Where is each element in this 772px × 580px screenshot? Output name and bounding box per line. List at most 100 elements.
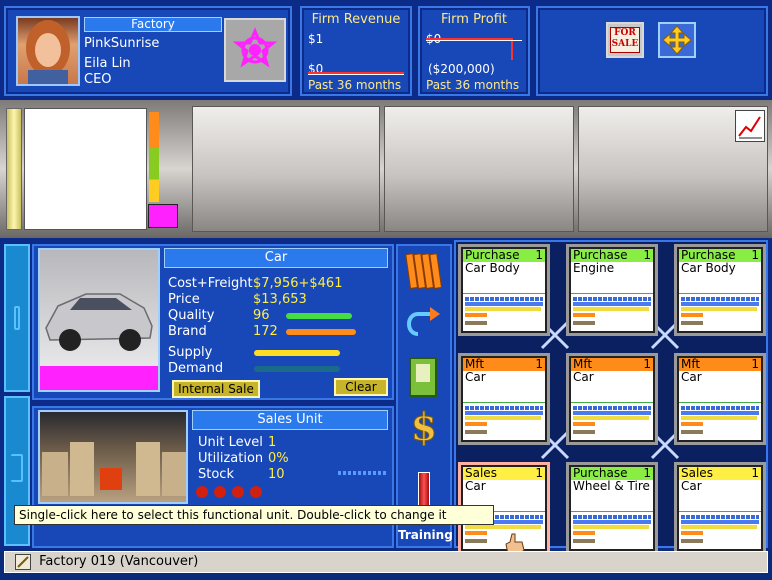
manual-icon[interactable] (406, 354, 442, 400)
company-name: PinkSunrise (84, 36, 160, 51)
unit-stat-bar (681, 515, 759, 519)
training-label[interactable]: Training (398, 528, 453, 546)
profit-drop (511, 38, 513, 60)
unit-stat-bar (681, 321, 703, 325)
unit-cell[interactable]: Purchase 1 Wheel & Tire (566, 462, 658, 554)
product-name: Car (164, 248, 388, 268)
unit-card[interactable]: Mft 1 Car (461, 356, 547, 442)
unit-cell[interactable]: Purchase 1 Engine (566, 244, 658, 336)
unit-stat-bar (573, 520, 651, 524)
unit-stat-bar (681, 525, 757, 529)
unit-product: Car (465, 370, 486, 384)
unit-stat-bar (465, 531, 487, 535)
dollar-icon[interactable]: $ (406, 404, 442, 450)
chart-line-icon[interactable] (735, 110, 765, 142)
trophy-icon (214, 486, 226, 498)
supply-label: Supply (168, 345, 213, 360)
trophy-icon (232, 486, 244, 498)
unit-product: Car (681, 370, 702, 384)
revenue-top-value: $1 (308, 32, 324, 46)
training-level-icons (196, 486, 276, 500)
unit-stat-bar (681, 531, 703, 535)
unit-stat-bar (573, 321, 595, 325)
unit-cell[interactable]: Mft 1 Car (566, 353, 658, 445)
demand-label: Demand (168, 361, 224, 376)
unit-level: 1 (751, 466, 759, 480)
unit-card[interactable]: Purchase 1 Car Body (461, 247, 547, 333)
utilization-label: Utilization (198, 451, 264, 466)
company-logo[interactable] (224, 18, 286, 82)
unit-cell[interactable]: Purchase 1 Car Body (458, 244, 550, 336)
unit-product: Car (465, 479, 486, 493)
unit-product: Car Body (465, 261, 520, 275)
unit-stat-bar (681, 520, 759, 524)
revenue-panel[interactable]: Firm Revenue $1 $0 Past 36 months (300, 6, 412, 96)
move-arrows-icon[interactable] (658, 22, 696, 58)
unit-stat-bar (465, 313, 487, 317)
unit-stat-bar (681, 411, 759, 415)
unit-stat-bar (681, 307, 757, 311)
unit-level: 1 (535, 466, 543, 480)
unit-stat-bar (465, 430, 487, 434)
unit-stat-bar (681, 406, 759, 410)
sale-sign-icon[interactable]: FOR SALE (606, 22, 644, 58)
unit-card[interactable]: Mft 1 Car (677, 356, 763, 442)
side-tab-1[interactable] (4, 244, 30, 392)
quality-value: 96 (253, 308, 270, 323)
unit-cell[interactable]: Sales 1 Car (674, 462, 766, 554)
tab-2-marker (11, 454, 23, 482)
unit-photo (38, 410, 188, 504)
unit-card[interactable]: Mft 1 Car (569, 356, 655, 442)
pencil-icon[interactable] (15, 554, 31, 570)
unit-stat-bar (681, 297, 759, 301)
unit-card[interactable]: Purchase 1 Car Body (677, 247, 763, 333)
profit-period: Past 36 months (426, 78, 520, 92)
trophy-icon (250, 486, 262, 498)
unit-product: Wheel & Tire (573, 479, 650, 493)
unit-stat-bar (465, 297, 543, 301)
building-slot-1[interactable] (192, 106, 380, 232)
status-text: Factory 019 (Vancouver) (39, 554, 199, 569)
product-color-bar (40, 366, 158, 390)
profit-panel[interactable]: Firm Profit $0 ($200,000) Past 36 months (418, 6, 530, 96)
stock-indicator (338, 471, 388, 475)
unit-divider (679, 402, 761, 403)
internal-sale-button[interactable]: Internal Sale (172, 380, 260, 398)
unit-divider (463, 293, 545, 294)
unit-preview-slot[interactable] (24, 108, 147, 230)
ceo-panel: Factory PinkSunrise Eila Lin CEO (4, 6, 292, 96)
brand-value: 172 (253, 324, 278, 339)
unit-cell[interactable]: Mft 1 Car (458, 353, 550, 445)
quality-label: Quality (168, 308, 215, 323)
ceo-portrait[interactable] (16, 16, 80, 86)
flower-logo-icon (232, 27, 278, 68)
unit-card[interactable]: Purchase 1 Engine (569, 247, 655, 333)
unit-stat-bar (573, 416, 649, 420)
unit-divider (679, 293, 761, 294)
revenue-axis (308, 74, 404, 75)
unit-divider (679, 511, 761, 512)
unit-level: 1 (643, 248, 651, 262)
clear-button[interactable]: Clear (334, 378, 388, 396)
building-slot-2[interactable] (384, 106, 574, 232)
profit-title: Firm Profit (441, 12, 507, 27)
demand-bar (254, 366, 340, 372)
unit-card[interactable]: Sales 1 Car (677, 465, 763, 551)
unit-stat-bar (465, 307, 541, 311)
unit-stat-bar (573, 531, 595, 535)
unit-cell[interactable]: Mft 1 Car (674, 353, 766, 445)
unit-product: Engine (573, 261, 615, 275)
unit-cell[interactable]: Purchase 1 Car Body (674, 244, 766, 336)
route-arrow-icon[interactable] (404, 304, 444, 344)
unit-product: Car (573, 370, 594, 384)
unit-stat-bar (573, 525, 649, 529)
unit-stat-bar (681, 422, 703, 426)
unit-stat-bar (573, 406, 651, 410)
svg-text:$: $ (411, 404, 437, 446)
books-icon[interactable] (404, 250, 444, 294)
cost-value: $7,956+$461 (253, 276, 343, 291)
ceo-name: Eila Lin (84, 56, 131, 71)
unit-stat-bar (465, 321, 487, 325)
unit-level: 1 (535, 248, 543, 262)
unit-card[interactable]: Purchase 1 Wheel & Tire (569, 465, 655, 551)
